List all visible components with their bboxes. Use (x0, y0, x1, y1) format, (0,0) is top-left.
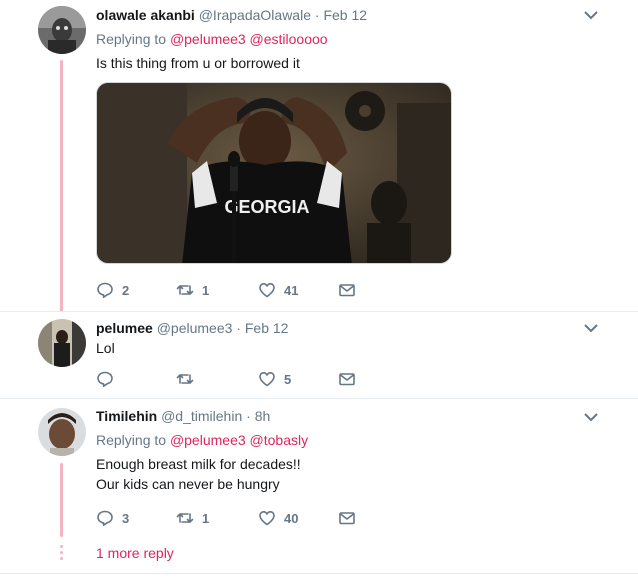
like-button[interactable]: 5 (258, 368, 291, 390)
reply-button[interactable]: 2 (96, 279, 129, 301)
tweet-pelumee[interactable]: pelumee @pelumee3 · Feb 12 Lol 5 (0, 312, 638, 398)
divider (0, 573, 638, 574)
reply-icon (97, 510, 113, 526)
reply-count: 2 (122, 282, 130, 298)
timestamp[interactable]: 8h (255, 408, 271, 424)
retweet-icon (176, 374, 194, 384)
separator-dot: · (246, 408, 251, 424)
heart-icon (259, 511, 275, 526)
display-name[interactable]: pelumee (96, 320, 153, 336)
tweet-timilehin[interactable]: Timilehin @d_timilehin · 8h Replying to … (0, 399, 638, 580)
user-handle[interactable]: @d_timilehin (161, 408, 242, 424)
chevron-down-icon[interactable] (584, 10, 598, 20)
tweet-text: Is this thing from u or borrowed it (96, 55, 300, 71)
mention-link[interactable]: @pelumee3 (170, 31, 246, 47)
replying-to-label: Replying to (96, 432, 170, 448)
separator-dot: · (314, 7, 320, 23)
reply-icon (97, 371, 113, 387)
direct-message-button[interactable] (338, 368, 356, 390)
envelope-icon (339, 512, 355, 525)
heart-icon (259, 283, 275, 298)
thread-line (60, 60, 63, 312)
tweet-olawale[interactable]: olawale akanbi @IrapadaOlawale · Feb 12 … (0, 0, 638, 312)
user-handle[interactable]: @IrapadaOlawale (199, 7, 311, 23)
replying-to: Replying to @pelumee3 @tobasly (96, 431, 308, 449)
separator-dot: · (236, 320, 241, 336)
like-count: 40 (284, 510, 299, 526)
avatar[interactable] (38, 408, 86, 456)
heart-icon (259, 372, 275, 387)
reply-button[interactable]: 3 (96, 507, 129, 529)
reply-icon (97, 282, 113, 298)
tweet-actions: 3 1 40 (96, 507, 366, 529)
retweet-count: 1 (202, 510, 210, 526)
tweet-text: Lol (96, 340, 115, 356)
display-name[interactable]: olawale akanbi (96, 7, 195, 23)
user-handle[interactable]: @pelumee3 (157, 320, 233, 336)
tweet-photo[interactable]: GEORGIA (96, 82, 452, 264)
retweet-button[interactable]: 1 (176, 507, 209, 529)
retweet-button[interactable] (176, 368, 202, 390)
timestamp[interactable]: Feb 12 (245, 320, 289, 336)
reply-count: 3 (122, 510, 130, 526)
tweet-actions: 2 1 41 (96, 279, 366, 301)
retweet-count: 1 (202, 282, 210, 298)
display-name[interactable]: Timilehin (96, 408, 157, 424)
shirt-text: GEORGIA (224, 197, 309, 217)
tweet-header: olawale akanbi @IrapadaOlawale · Feb 12 (96, 6, 367, 24)
replying-to: Replying to @pelumee3 @estilooooo (96, 30, 328, 48)
tweet-text: Enough breast milk for decades!! Our kid… (96, 454, 301, 494)
tweet-text-line: Enough breast milk for decades!! (96, 456, 301, 472)
reply-button[interactable] (96, 368, 122, 390)
tweet-header: pelumee @pelumee3 · Feb 12 (96, 319, 288, 337)
like-count: 5 (284, 371, 292, 387)
like-button[interactable]: 41 (258, 279, 298, 301)
more-replies-link[interactable]: 1 more reply (96, 544, 174, 562)
retweet-button[interactable]: 1 (176, 279, 209, 301)
tweet-text-line: Our kids can never be hungry (96, 476, 280, 492)
chevron-down-icon[interactable] (584, 412, 598, 422)
mention-link[interactable]: @tobasly (250, 432, 309, 448)
tweet-actions: 5 (96, 368, 366, 390)
avatar[interactable] (38, 319, 86, 367)
avatar[interactable] (38, 6, 86, 54)
direct-message-button[interactable] (338, 507, 356, 529)
direct-message-button[interactable] (338, 279, 356, 301)
tweet-header: Timilehin @d_timilehin · 8h (96, 407, 270, 425)
like-count: 41 (284, 282, 299, 298)
envelope-icon (339, 373, 355, 386)
envelope-icon (339, 284, 355, 297)
replying-to-label: Replying to (96, 31, 170, 47)
retweet-icon (176, 513, 194, 523)
chevron-down-icon[interactable] (584, 323, 598, 333)
thread-dots (60, 545, 63, 563)
mention-link[interactable]: @estilooooo (250, 31, 328, 47)
like-button[interactable]: 40 (258, 507, 298, 529)
thread-line (60, 463, 63, 537)
retweet-icon (176, 285, 194, 295)
timestamp[interactable]: Feb 12 (323, 7, 367, 23)
mention-link[interactable]: @pelumee3 (170, 432, 246, 448)
